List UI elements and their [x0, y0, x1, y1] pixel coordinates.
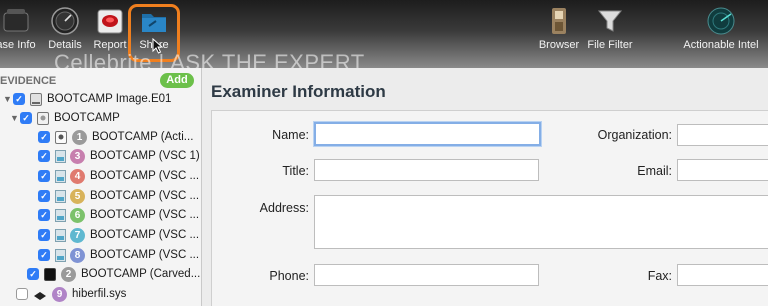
tree-item-label: BOOTCAMP (VSC ...	[90, 249, 200, 261]
actionable-intel-label: Actionable Intel	[683, 39, 759, 51]
number-badge: 3	[70, 148, 85, 164]
tree-item-carved[interactable]: ✓ 2 BOOTCAMP (Carved...	[27, 264, 200, 284]
funnel-icon	[597, 10, 623, 32]
add-evidence-button[interactable]: Add	[160, 73, 194, 88]
watermark-text: Cellebrite | ASK THE EXPERT	[54, 50, 365, 68]
checkbox[interactable]: ✓	[38, 249, 50, 261]
number-badge: 8	[70, 247, 85, 263]
title-label: Title:	[282, 164, 309, 178]
email-input[interactable]	[677, 159, 768, 181]
hard-drive-icon	[37, 111, 49, 125]
file-filter-button[interactable]: File Filter	[580, 6, 640, 51]
shadow-copy-icon	[55, 189, 66, 203]
tree-item-vsc[interactable]: ✓ 3 BOOTCAMP (VSC 1)	[38, 146, 200, 166]
tree-item-label: BOOTCAMP Image.E01	[47, 93, 172, 105]
tree-item-label: BOOTCAMP (Carved...	[81, 268, 201, 280]
radar-icon	[707, 7, 735, 35]
tree-item-label: BOOTCAMP (VSC 1)	[90, 150, 200, 162]
shadow-copy-icon	[55, 248, 66, 262]
browser-icon	[552, 8, 566, 34]
tree-item-partition[interactable]: ✓ 1 BOOTCAMP (Acti...	[38, 127, 193, 147]
number-badge: 2	[61, 266, 76, 282]
disclosure-triangle-icon[interactable]: ▼	[3, 94, 13, 104]
evidence-sidebar: EVIDENCE Add ▼ ✓ BOOTCAMP Image.E01 ▼ ✓ …	[0, 68, 202, 306]
tree-item-label: BOOTCAMP (Acti...	[92, 131, 194, 143]
organization-label: Organization:	[597, 128, 672, 142]
checkbox[interactable]: ✓	[20, 112, 32, 124]
section-title: Examiner Information	[211, 82, 386, 101]
tree-item-vsc[interactable]: ✓ 6 BOOTCAMP (VSC ...	[38, 205, 199, 225]
checkbox[interactable]: ✓	[38, 190, 50, 202]
tree-item-label: BOOTCAMP	[54, 112, 120, 124]
examiner-form: Name: Organization: Title: Email: Addres…	[211, 110, 768, 306]
checkbox[interactable]: ✓	[38, 170, 50, 182]
address-input[interactable]	[314, 195, 768, 249]
number-badge: 4	[70, 168, 85, 184]
tree-item-label: BOOTCAMP (VSC ...	[90, 170, 200, 182]
tree-item-vsc[interactable]: ✓ 4 BOOTCAMP (VSC ...	[38, 166, 199, 186]
partition-icon	[55, 130, 67, 144]
sidebar-header: EVIDENCE Add	[0, 71, 201, 89]
fax-label: Fax:	[647, 269, 672, 283]
checkbox[interactable]: ✓	[38, 131, 50, 143]
tree-item-label: BOOTCAMP (VSC ...	[90, 209, 200, 221]
checkbox[interactable]: ✓	[13, 93, 25, 105]
tree-item-vsc[interactable]: ✓ 5 BOOTCAMP (VSC ...	[38, 186, 199, 206]
name-label: Name:	[272, 128, 309, 142]
checkbox[interactable]: ✓	[38, 229, 50, 241]
organization-input[interactable]	[677, 124, 768, 146]
toolbar: ase Info Details Report Share	[0, 0, 768, 68]
address-label: Address:	[259, 201, 309, 215]
tree-item-vsc[interactable]: ✓ 8 BOOTCAMP (VSC ...	[38, 245, 199, 265]
tree-item-file[interactable]: 9 hiberfil.sys	[16, 284, 126, 304]
disclosure-triangle-icon[interactable]: ▼	[10, 113, 20, 123]
fax-input[interactable]	[677, 264, 768, 286]
sidebar-title: EVIDENCE	[0, 75, 57, 87]
tree-item-label: BOOTCAMP (VSC ...	[90, 190, 200, 202]
file-icon	[34, 291, 46, 300]
file-filter-label: File Filter	[587, 39, 633, 51]
examiner-panel: Examiner Information Name: Organization:…	[202, 68, 768, 306]
tree-item-image[interactable]: ▼ ✓ BOOTCAMP Image.E01	[3, 89, 171, 109]
shadow-copy-icon	[55, 149, 66, 163]
number-badge: 1	[72, 129, 87, 145]
carved-volume-icon	[44, 267, 56, 281]
checkbox[interactable]: ✓	[38, 209, 50, 221]
title-input[interactable]	[314, 159, 539, 181]
checkbox[interactable]: ✓	[38, 150, 50, 162]
tree-item-label: hiberfil.sys	[72, 288, 127, 300]
actionable-intel-button[interactable]: Actionable Intel	[676, 6, 766, 51]
disk-image-icon	[30, 92, 42, 106]
tree-item-volume[interactable]: ▼ ✓ BOOTCAMP	[10, 108, 120, 128]
number-badge: 7	[70, 227, 85, 243]
number-badge: 5	[70, 188, 85, 204]
name-input[interactable]	[314, 122, 541, 146]
gauge-icon	[51, 7, 79, 35]
shadow-copy-icon	[55, 228, 66, 242]
shadow-copy-icon	[55, 169, 66, 183]
phone-input[interactable]	[314, 264, 539, 286]
number-badge: 9	[52, 286, 67, 302]
tree-item-vsc[interactable]: ✓ 7 BOOTCAMP (VSC ...	[38, 225, 199, 245]
email-label: Email:	[637, 164, 672, 178]
tree-item-label: BOOTCAMP (VSC ...	[90, 229, 200, 241]
checkbox[interactable]	[16, 288, 28, 300]
shadow-copy-icon	[55, 208, 66, 222]
number-badge: 6	[70, 207, 85, 223]
checkbox[interactable]: ✓	[27, 268, 39, 280]
phone-label: Phone:	[269, 269, 309, 283]
case-info-icon	[3, 9, 29, 32]
report-icon	[97, 9, 123, 34]
